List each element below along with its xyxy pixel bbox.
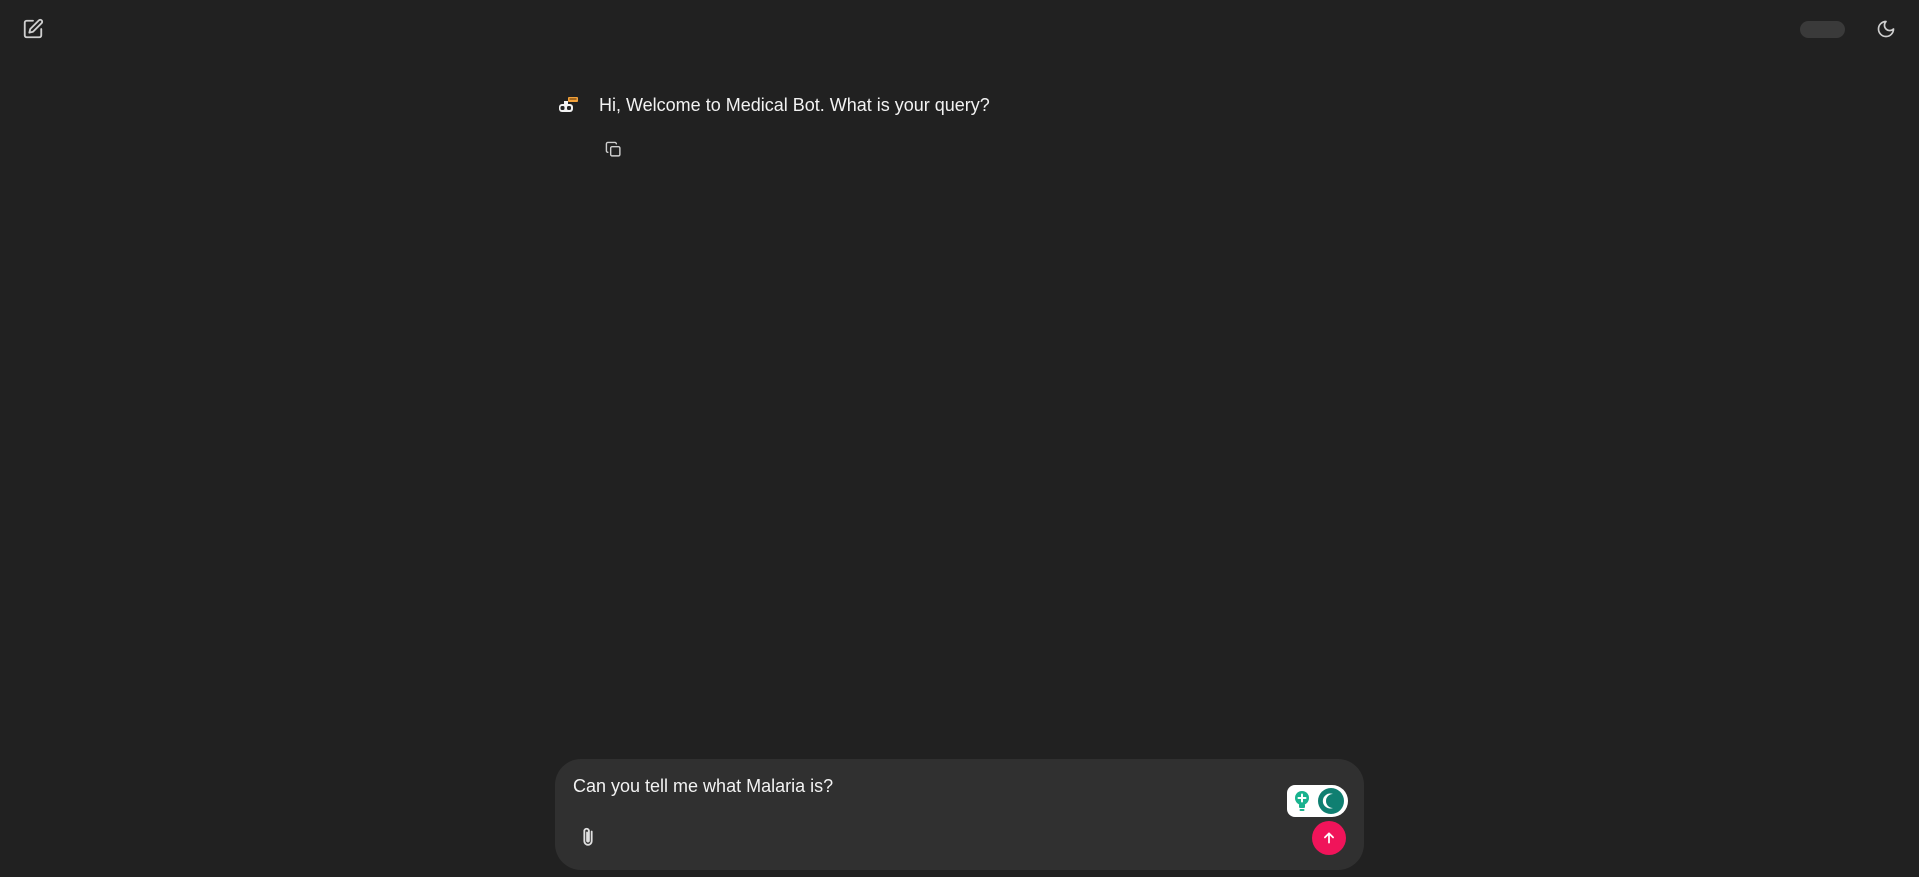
send-button[interactable]	[1312, 821, 1346, 855]
attach-button[interactable]	[575, 824, 601, 850]
feature-toggle[interactable]	[1287, 785, 1348, 817]
bot-message-text: Hi, Welcome to Medical Bot. What is your…	[599, 95, 990, 115]
robot-icon	[556, 94, 580, 118]
lightbulb-icon	[1295, 791, 1309, 811]
paperclip-icon	[583, 827, 593, 846]
header-pill-button[interactable]	[1800, 21, 1845, 38]
theme-toggle-button[interactable]	[1874, 17, 1898, 41]
arrow-up-icon	[1324, 832, 1334, 844]
message-composer: Can you tell me what Malaria is?	[555, 759, 1364, 870]
toggle-knob	[1318, 788, 1344, 814]
message-input[interactable]: Can you tell me what Malaria is?	[573, 774, 1273, 798]
moon-icon	[1877, 20, 1895, 38]
new-chat-button[interactable]	[20, 16, 46, 42]
copy-icon	[605, 141, 621, 157]
copy-button[interactable]	[602, 138, 624, 160]
edit-square-icon	[23, 18, 44, 39]
